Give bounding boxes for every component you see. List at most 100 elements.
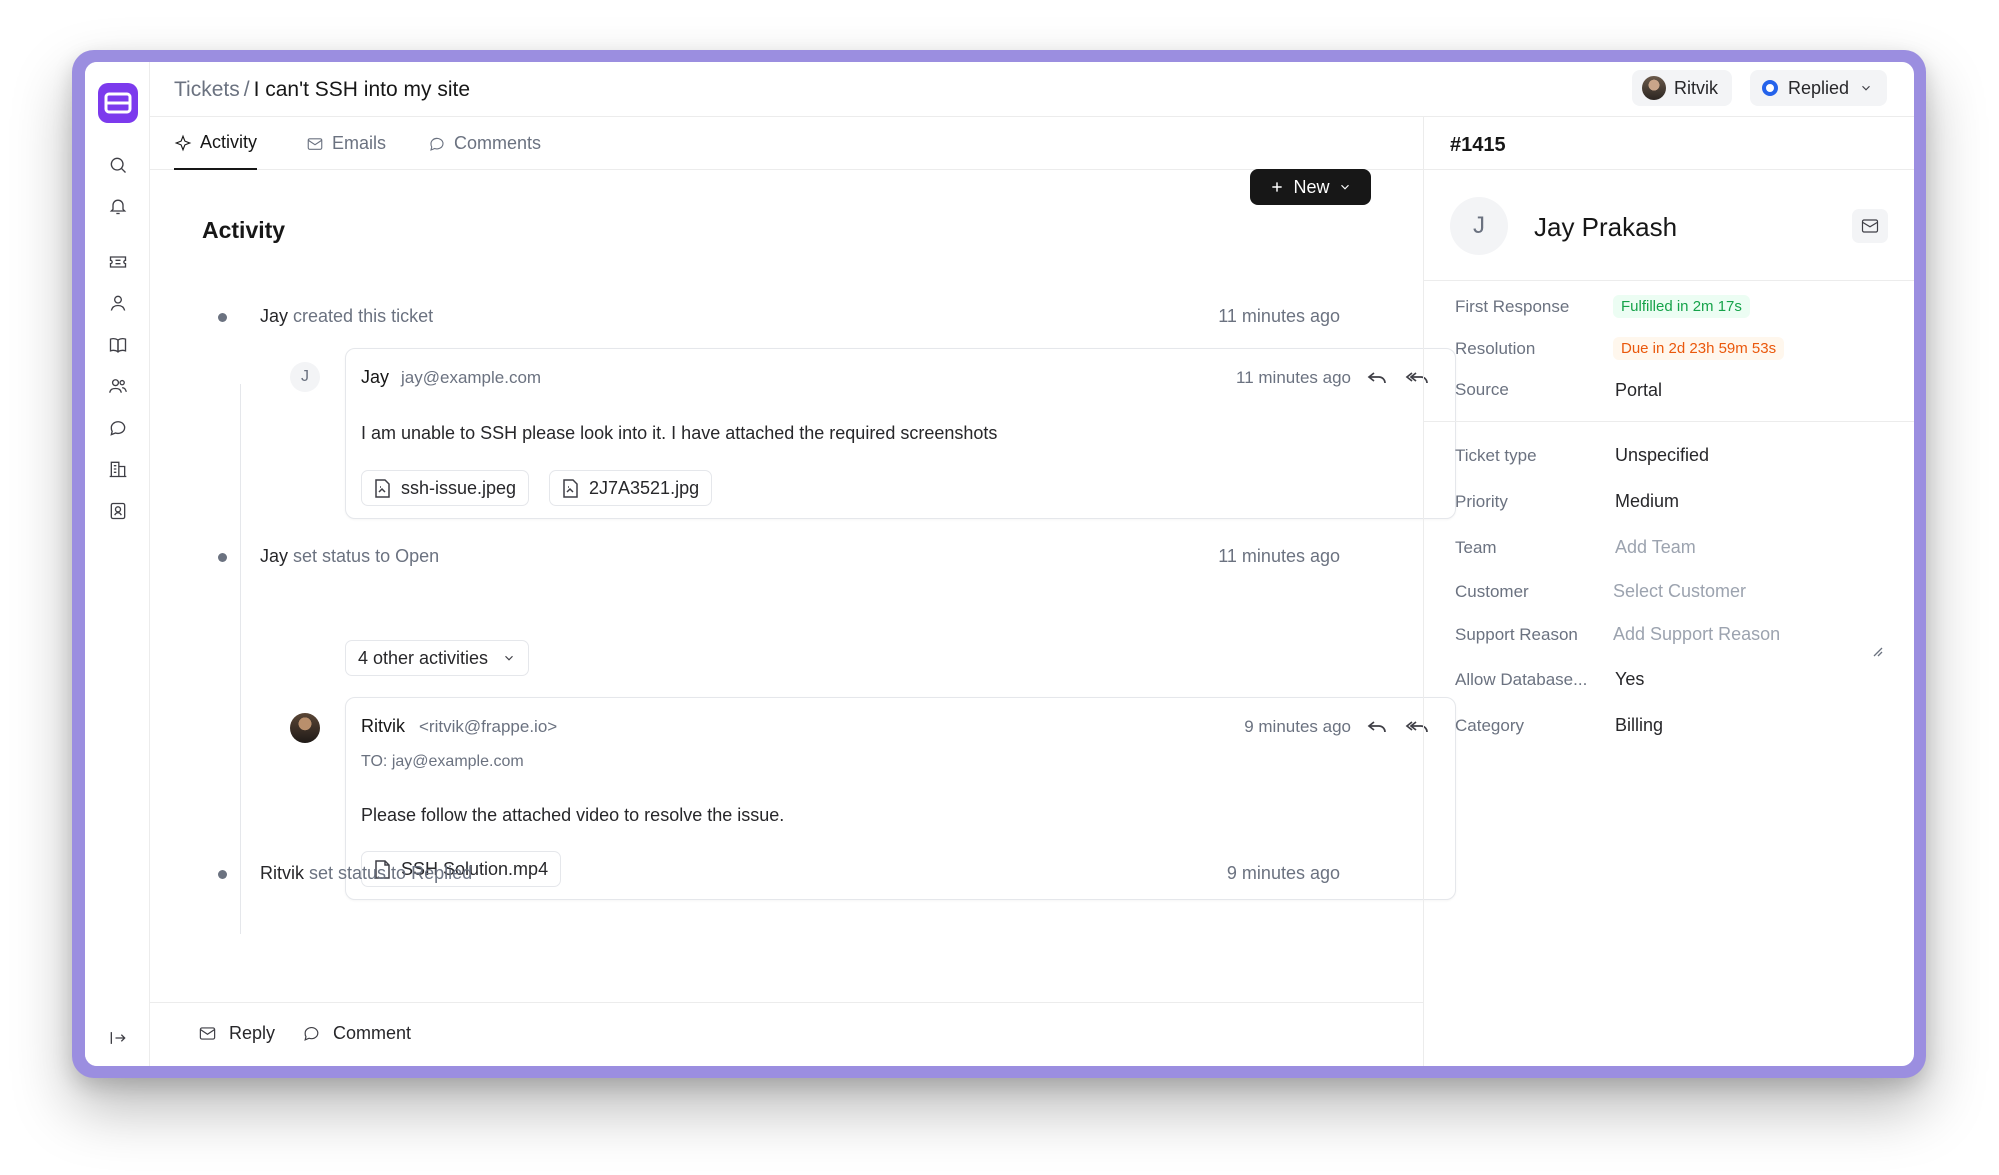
breadcrumb-separator: /: [243, 78, 250, 101]
tab-emails[interactable]: Emails: [306, 117, 386, 170]
search-icon[interactable]: [105, 152, 131, 178]
attachment-name: ssh-issue.jpeg: [401, 477, 517, 498]
breadcrumb: Tickets / I can't SSH into my site: [174, 78, 470, 102]
attachment-chip[interactable]: 2J7A3521.jpg: [549, 470, 713, 506]
ticket-type-select[interactable]: Unspecified: [1615, 445, 1709, 466]
book-icon[interactable]: [105, 332, 131, 358]
timeline-event: Jay created this ticket: [260, 306, 433, 327]
event-action: created this ticket: [293, 306, 434, 326]
reply-icon[interactable]: [1365, 714, 1389, 738]
app-window: Tickets / I can't SSH into my site Ritvik …: [85, 62, 1914, 1066]
icon-rail: [85, 62, 150, 1066]
expand-activities-button[interactable]: 4 other activities: [345, 640, 530, 676]
team-icon[interactable]: [105, 373, 131, 399]
recipient-address: jay@example.com: [391, 753, 524, 770]
status-indicator-icon: [1761, 80, 1778, 96]
ticket-id: #1415: [1450, 134, 1506, 156]
bell-icon[interactable]: [105, 193, 131, 219]
image-file-icon: [375, 478, 390, 498]
event-time: 11 minutes ago: [1218, 546, 1340, 566]
tab-activity[interactable]: Activity: [174, 117, 258, 170]
allow-database-select[interactable]: Yes: [1615, 669, 1644, 690]
composer-bar: Reply Comment: [150, 1002, 1423, 1066]
assignee-avatar: [1642, 76, 1666, 100]
event-action: set status to Replied: [309, 863, 473, 883]
user-icon[interactable]: [105, 290, 131, 316]
email-time: 9 minutes ago: [1244, 717, 1351, 736]
first-response-badge: Fulfilled in 2m 17s: [1613, 295, 1750, 318]
new-activity-button[interactable]: New: [1250, 169, 1371, 205]
field-label: First Response: [1455, 297, 1570, 316]
helpdesk-logo-icon[interactable]: [98, 83, 138, 123]
support-reason-input[interactable]: Add Support Reason: [1613, 624, 1780, 645]
timeline-dot: [218, 313, 227, 322]
email-sender-address: <ritvik@frappe.io>: [419, 717, 558, 736]
status-label: Replied: [1787, 77, 1849, 98]
activity-heading: Activity: [202, 217, 286, 243]
tab-comments[interactable]: Comments: [428, 117, 541, 170]
mail-icon: [199, 1027, 216, 1040]
timeline-dot: [218, 870, 227, 879]
mail-icon: [1861, 219, 1879, 233]
email-contact-button[interactable]: [1852, 209, 1888, 243]
timeline-dot: [218, 553, 227, 562]
chevron-down-icon: [1340, 184, 1349, 190]
collapse-sidebar-icon[interactable]: [105, 1025, 131, 1051]
divider: [1424, 169, 1914, 170]
plus-icon: [1272, 182, 1283, 192]
email-card: Jay jay@example.com 11 minutes ago I am …: [345, 348, 1456, 519]
divider: [1424, 421, 1914, 422]
activity-icon: [174, 134, 192, 151]
ticket-tabs: Activity Emails Comments: [150, 117, 1423, 170]
breadcrumb-tickets-link[interactable]: Tickets: [174, 78, 240, 101]
priority-select[interactable]: Medium: [1615, 491, 1679, 512]
comment-icon: [304, 1026, 319, 1041]
assignee-button[interactable]: Ritvik: [1632, 70, 1732, 106]
email-sender: Ritvik: [361, 716, 405, 736]
divider: [1424, 280, 1914, 281]
chevron-down-icon: [1862, 85, 1870, 91]
reply-icon[interactable]: [1365, 365, 1389, 389]
chat-icon[interactable]: [105, 415, 131, 441]
ticket-details-panel: #1415 J Jay Prakash First Response Fulfi…: [1423, 117, 1914, 1066]
event-actor: Jay: [260, 306, 289, 326]
field-label: Team: [1455, 538, 1497, 557]
field-label: Customer: [1455, 582, 1529, 601]
tab-label: Comments: [454, 133, 542, 153]
attachment-chip[interactable]: ssh-issue.jpeg: [361, 470, 530, 506]
timeline-event: Ritvik set status to Replied: [260, 863, 472, 884]
to-label: TO:: [361, 753, 388, 770]
event-time: 9 minutes ago: [1226, 863, 1340, 883]
timeline-line: [240, 384, 241, 934]
building-icon[interactable]: [105, 456, 131, 482]
resolution-badge: Due in 2d 23h 59m 53s: [1613, 337, 1785, 360]
comment-button[interactable]: Comment: [302, 1023, 411, 1044]
customer-select[interactable]: Select Customer: [1613, 581, 1746, 602]
image-file-icon: [563, 478, 578, 498]
ticket-icon[interactable]: [105, 249, 131, 275]
comment-icon: [430, 137, 444, 151]
field-label: Source: [1455, 380, 1509, 399]
resize-handle-icon[interactable]: [1871, 645, 1883, 657]
event-actor: Jay: [260, 546, 289, 566]
ticket-subject: I can't SSH into my site: [253, 78, 470, 101]
reply-label: Reply: [229, 1023, 276, 1043]
tab-label: Activity: [200, 132, 258, 152]
status-dropdown[interactable]: Replied: [1749, 70, 1887, 106]
event-actor: Ritvik: [260, 863, 304, 883]
contact-avatar: J: [1450, 197, 1508, 255]
field-label: Priority: [1455, 492, 1508, 511]
reply-button[interactable]: Reply: [198, 1023, 275, 1044]
tab-label: Emails: [332, 133, 387, 153]
sender-avatar: J: [290, 362, 320, 392]
email-body: I am unable to SSH please look into it. …: [361, 423, 998, 443]
contact-card-icon[interactable]: [105, 498, 131, 524]
team-select[interactable]: Add Team: [1615, 537, 1696, 558]
field-label: Resolution: [1455, 339, 1536, 358]
field-label: Category: [1455, 716, 1524, 735]
field-label: Support Reason: [1455, 625, 1578, 644]
category-select[interactable]: Billing: [1615, 715, 1663, 736]
event-time: 11 minutes ago: [1218, 306, 1340, 326]
email-sender-address: jay@example.com: [401, 368, 542, 387]
mail-icon: [307, 137, 323, 150]
